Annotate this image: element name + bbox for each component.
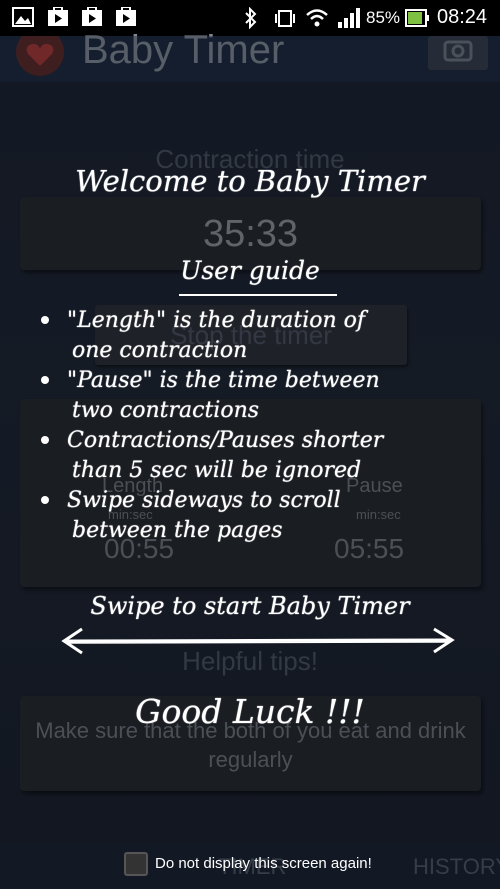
wifi-icon <box>306 9 328 27</box>
double-arrow-icon <box>61 627 455 655</box>
good-luck-text: Good Luck !!! <box>135 692 365 731</box>
welcome-title: Welcome to Baby Timer <box>75 164 425 198</box>
bullet-line: "Length" is the duration of <box>67 308 366 333</box>
gallery-icon <box>12 7 34 27</box>
clock: 08:24 <box>437 6 488 28</box>
vibrate-icon <box>275 10 295 27</box>
battery-percent: 85% <box>366 8 401 27</box>
user-guide-title: User guide <box>180 256 320 285</box>
bullet-dot <box>41 436 49 444</box>
dont-show-again-checkbox[interactable] <box>124 852 148 876</box>
play-store-icon <box>82 7 102 26</box>
swipe-hint: Swipe to start Baby Timer <box>90 592 410 620</box>
bullet-line: Contractions/Pauses shorter <box>67 428 384 453</box>
play-store-icon <box>48 7 68 26</box>
bullet-line: one contraction <box>72 338 248 363</box>
bullet-line: two contractions <box>72 398 260 423</box>
bullet-line: Swipe sideways to scroll <box>67 488 341 513</box>
signal-icon <box>338 8 360 28</box>
battery-icon <box>405 9 429 27</box>
bluetooth-icon <box>245 7 257 29</box>
dont-show-again-row[interactable]: Do not display this screen again! <box>0 844 500 889</box>
welcome-overlay: Welcome to Baby Timer User guide "Length… <box>0 36 500 889</box>
bullet-line: than 5 sec will be ignored <box>72 458 362 483</box>
bullet-line: "Pause" is the time between <box>67 368 380 393</box>
bullet-dot <box>41 316 49 324</box>
play-store-icon <box>116 7 136 26</box>
dont-show-again-label[interactable]: Do not display this screen again! <box>155 855 372 872</box>
bullet-line: between the pages <box>72 518 283 543</box>
bullet-dot <box>41 496 49 504</box>
bullet-dot <box>41 376 49 384</box>
user-guide-underline <box>179 294 337 296</box>
